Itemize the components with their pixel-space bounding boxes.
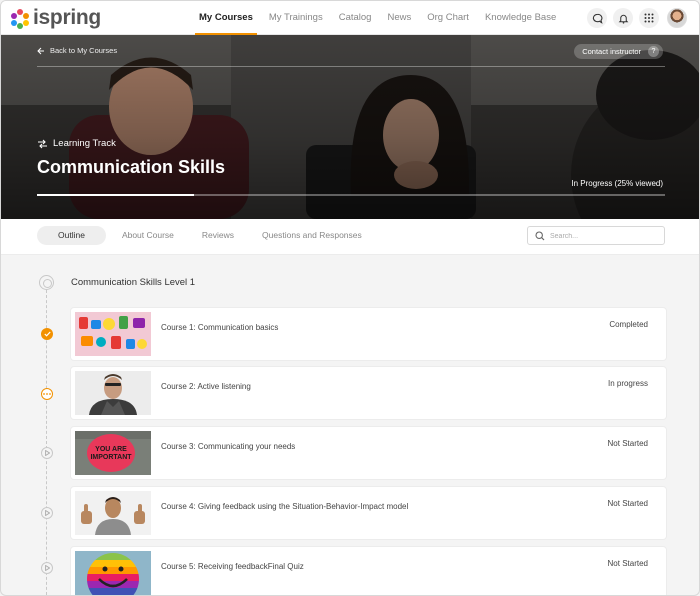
- level-marker-icon: [39, 275, 54, 290]
- arrow-left-icon: [37, 47, 44, 54]
- completed-check-icon: [41, 328, 53, 340]
- play-icon: [41, 507, 53, 519]
- course-status: Not Started: [607, 559, 648, 568]
- course-status: Completed: [609, 320, 648, 329]
- progress-bar-fill: [37, 194, 194, 196]
- bell-icon: [618, 14, 628, 24]
- top-navigation: ispring My Courses My Trainings Catalog …: [1, 1, 699, 35]
- notifications-button[interactable]: [613, 8, 633, 28]
- contact-instructor-label: Contact instructor: [582, 47, 641, 56]
- course-name: Course 4: Giving feedback using the Situ…: [161, 502, 409, 511]
- course-name: Course 3: Communicating your needs: [161, 442, 296, 451]
- level-title: Communication Skills Level 1: [71, 277, 196, 288]
- course-title: Communication Skills: [37, 157, 226, 177]
- learning-track-icon: [38, 139, 47, 148]
- thumbs-up-man-icon: [75, 491, 151, 535]
- course-card-5[interactable]: Course 5: Receiving feedbackFinal Quiz N…: [71, 547, 666, 595]
- course-hero-banner: Back to My Courses Contact instructor ? …: [1, 35, 699, 219]
- nav-knowledge-base[interactable]: Knowledge Base: [477, 1, 564, 35]
- sign-text-line-1: YOU ARE: [95, 446, 127, 453]
- nav-org-chart[interactable]: Org Chart: [419, 1, 477, 35]
- course-status: In progress: [607, 379, 648, 388]
- progress-status-text: In Progress (25% viewed): [571, 179, 663, 188]
- letters-icon: [75, 312, 151, 356]
- progress-bar: [37, 194, 665, 196]
- hero-overlay: [1, 35, 699, 219]
- in-progress-icon: [41, 388, 53, 400]
- course-card-3[interactable]: YOU ARE IMPORTANT Course 3: Communicatin…: [71, 427, 666, 479]
- help-icon: ?: [648, 46, 659, 57]
- main-nav: My Courses My Trainings Catalog News Org…: [191, 1, 564, 35]
- logo-mark-icon: [10, 8, 29, 29]
- apps-button[interactable]: [639, 8, 659, 28]
- tab-about-course[interactable]: About Course: [110, 226, 186, 245]
- app-window: ispring My Courses My Trainings Catalog …: [0, 0, 700, 596]
- course-tabs-bar: Outline About Course Reviews Questions a…: [1, 219, 699, 255]
- search-input[interactable]: [550, 229, 660, 243]
- nav-catalog[interactable]: Catalog: [331, 1, 380, 35]
- contact-instructor-button[interactable]: Contact instructor ?: [574, 44, 663, 59]
- chat-button[interactable]: [587, 8, 607, 28]
- course-card-4[interactable]: Course 4: Giving feedback using the Situ…: [71, 487, 666, 539]
- course-name: Course 5: Receiving feedbackFinal Quiz: [161, 562, 304, 571]
- apps-grid-icon: [644, 13, 654, 23]
- tab-questions-and-responses[interactable]: Questions and Responses: [250, 226, 374, 245]
- learning-track-label: Learning Track: [37, 138, 116, 149]
- hero-divider: [37, 66, 665, 67]
- course-status: Not Started: [607, 499, 648, 508]
- chat-icon: [592, 13, 603, 24]
- smiley-icon: [75, 551, 151, 595]
- nav-my-trainings[interactable]: My Trainings: [261, 1, 331, 35]
- sign-icon: YOU ARE IMPORTANT: [75, 431, 151, 475]
- course-tabs: Outline About Course Reviews Questions a…: [37, 226, 374, 245]
- nav-my-courses[interactable]: My Courses: [191, 1, 261, 35]
- course-card-2[interactable]: Course 2: Active listening In progress: [71, 367, 666, 419]
- search-icon: [535, 231, 545, 241]
- nav-actions: [587, 8, 687, 28]
- play-icon: [41, 562, 53, 574]
- course-name: Course 2: Active listening: [161, 382, 251, 391]
- user-avatar[interactable]: [667, 8, 687, 28]
- back-to-courses-link[interactable]: Back to My Courses: [37, 46, 117, 55]
- search-box: [527, 226, 665, 245]
- course-outline: Communication Skills Level 1 Course 1: C…: [1, 255, 699, 595]
- course-name: Course 1: Communication basics: [161, 323, 279, 332]
- sign-text-line-2: IMPORTANT: [90, 454, 132, 461]
- course-card-1[interactable]: Course 1: Communication basics Completed: [71, 308, 666, 360]
- play-icon: [41, 447, 53, 459]
- learning-track-text: Learning Track: [53, 138, 116, 149]
- tab-reviews[interactable]: Reviews: [190, 226, 246, 245]
- tab-outline[interactable]: Outline: [37, 226, 106, 245]
- course-status: Not Started: [607, 439, 648, 448]
- ispring-logo[interactable]: ispring: [10, 6, 101, 29]
- listening-man-icon: [75, 371, 151, 415]
- back-link-label: Back to My Courses: [50, 46, 118, 55]
- logo-text: ispring: [33, 6, 101, 29]
- nav-news[interactable]: News: [379, 1, 419, 35]
